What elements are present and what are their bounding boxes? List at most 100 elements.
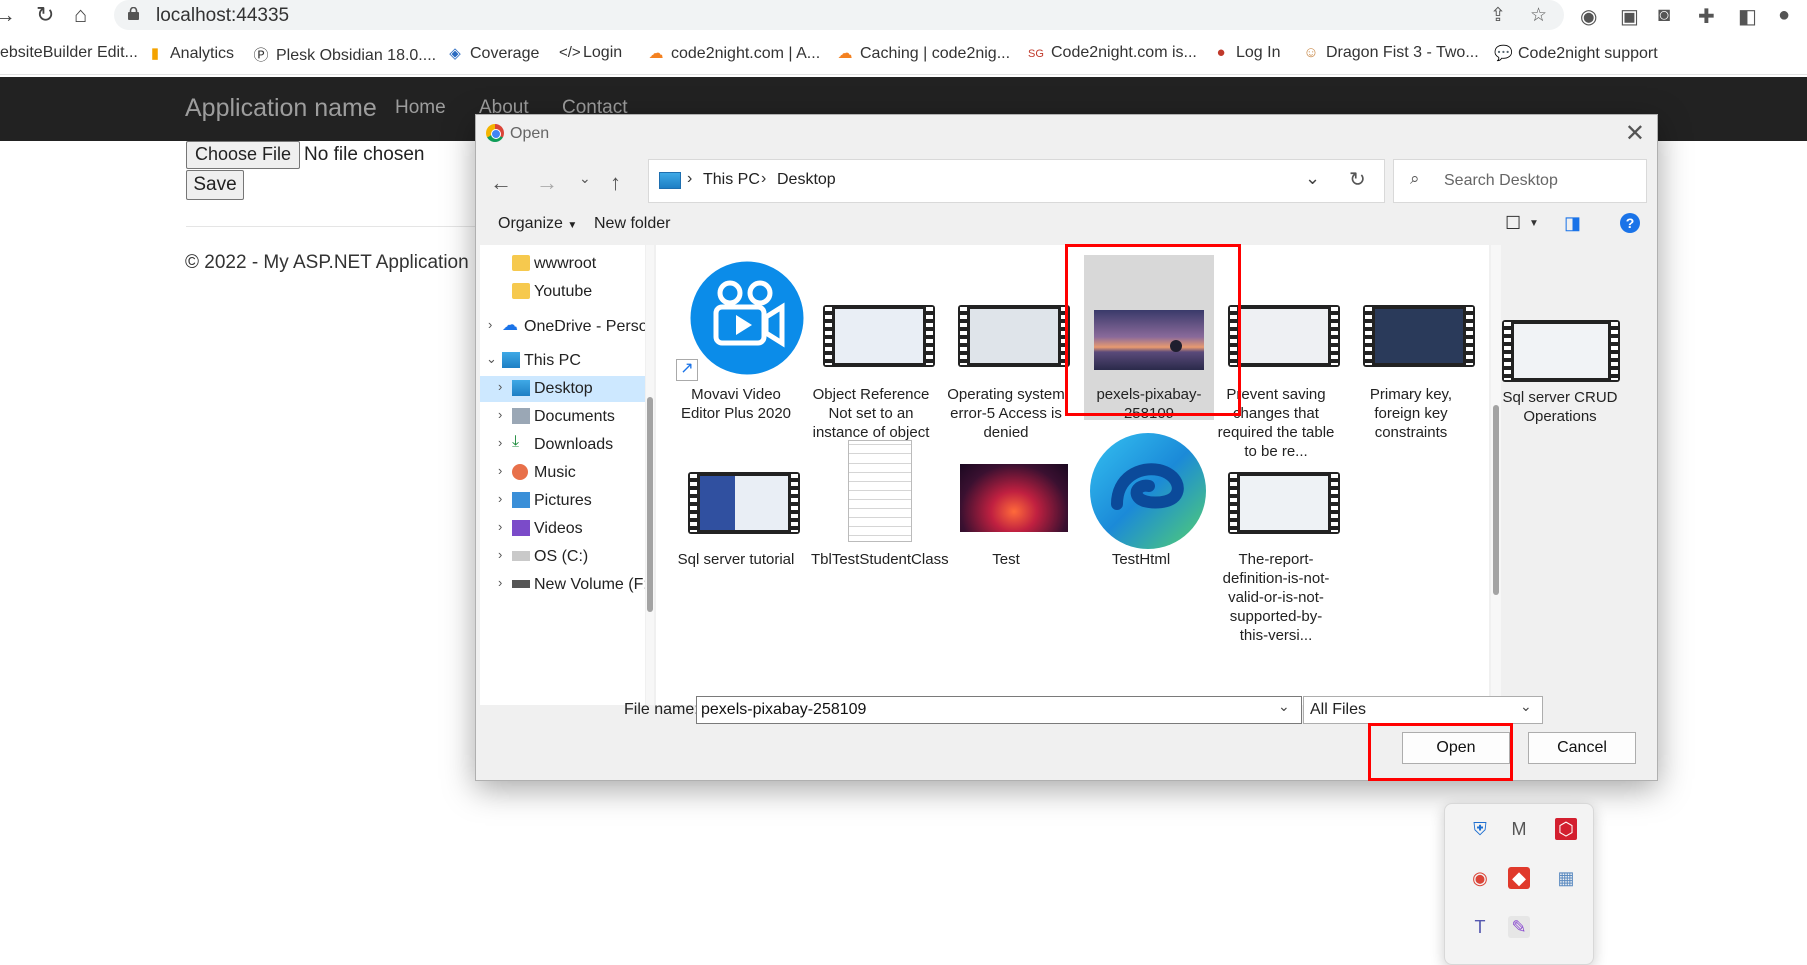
nav-item-documents[interactable]: › Documents [480, 404, 645, 430]
bookmark-item[interactable]: ☁ code2night.com | A... [647, 44, 821, 63]
security-shield-icon[interactable]: ⛨ [1469, 818, 1491, 840]
file-item[interactable]: The-report-definition-is-not-valid-or-is… [1216, 460, 1340, 660]
video-file-icon [688, 472, 800, 534]
puzzle-icon[interactable]: ✚ [1698, 4, 1715, 29]
network-device-icon[interactable]: ▦ [1555, 867, 1577, 889]
home-icon[interactable]: ⌂ [74, 3, 87, 27]
nav-item-videos[interactable]: › Videos [480, 516, 645, 542]
chevron-down-icon: ⌄ [486, 351, 497, 366]
nav-item-new-volume-f[interactable]: › New Volume (F:) [480, 572, 645, 598]
bookmark-item[interactable]: ◈ Coverage [446, 44, 539, 63]
bookmark-label: Plesk Obsidian 18.0.... [276, 47, 437, 64]
video-file-icon [958, 305, 1070, 367]
nav-item-label: Desktop [534, 380, 593, 397]
preview-pane-icon[interactable]: ◨ [1564, 213, 1581, 234]
file-item[interactable]: Object Reference Not set to an instance … [811, 255, 935, 455]
file-item[interactable]: Operating system error-5 Access is denie… [946, 255, 1070, 441]
divider [186, 226, 476, 227]
nav-item-this-pc[interactable]: ⌄ This PC [480, 348, 645, 374]
recent-dropdown-icon[interactable]: ⌄ [579, 170, 591, 187]
cancel-button[interactable]: Cancel [1528, 732, 1636, 764]
nav-item-wwwroot[interactable]: wwwroot [480, 251, 645, 277]
forward-arrow-icon[interactable]: → [536, 170, 558, 196]
camera-icon[interactable]: ◙ [1658, 4, 1670, 27]
new-folder-button[interactable]: New folder [594, 215, 670, 233]
file-item[interactable]: Test [946, 460, 1068, 580]
nav-item-youtube[interactable]: Youtube [480, 279, 645, 305]
star-icon[interactable]: ☆ [1530, 4, 1547, 27]
chevron-down-icon[interactable]: ⌄ [1520, 698, 1532, 715]
reload-icon[interactable]: ↻ [36, 3, 54, 27]
bookmark-item[interactable]: ☁ Caching | code2nig... [836, 44, 1011, 63]
app-brand[interactable]: Application name [185, 94, 377, 123]
breadcrumb-this-pc[interactable]: This PC [703, 171, 760, 189]
profile-icon[interactable]: ● [1778, 4, 1790, 27]
file-item[interactable]: TestHtml [1081, 433, 1206, 580]
view-options-icon[interactable]: ☐ [1505, 213, 1521, 234]
extension-ring-icon[interactable]: ◉ [1580, 4, 1597, 29]
navigation-scrollbar[interactable] [646, 245, 654, 705]
close-icon[interactable]: ✕ [1625, 119, 1645, 148]
organize-menu[interactable]: Organize ▼ [498, 215, 577, 233]
file-type-select[interactable]: All Files [1303, 696, 1543, 724]
save-button[interactable]: Save [186, 170, 244, 200]
scrollbar-thumb[interactable] [647, 397, 653, 612]
file-grid-scrollbar[interactable] [1491, 245, 1501, 705]
scrollbar-thumb[interactable] [1493, 405, 1499, 595]
refresh-icon[interactable]: ↻ [1349, 167, 1366, 192]
page-footer: © 2022 - My ASP.NET Application [185, 252, 469, 273]
bookmark-item[interactable]: </> Login [559, 44, 622, 62]
nav-item-downloads[interactable]: › ⤓ Downloads [480, 432, 645, 458]
file-name-input[interactable]: pexels-pixabay-258109 [696, 696, 1302, 724]
screen-capture-icon[interactable]: ▣ [1620, 4, 1639, 29]
mcafee-icon[interactable]: M [1508, 818, 1530, 840]
chat-icon: 💬 [1494, 45, 1513, 62]
code-icon: </> [559, 44, 581, 61]
file-item[interactable]: Sql server CRUD Operations [1502, 254, 1622, 434]
bookmark-label: Caching | code2nig... [860, 45, 1011, 62]
pen-icon[interactable]: ✎ [1508, 916, 1530, 938]
share-icon[interactable]: ⇪ [1490, 4, 1506, 27]
help-icon[interactable]: ? [1620, 213, 1640, 233]
nav-home[interactable]: Home [395, 97, 446, 119]
bookmark-item[interactable]: ▮ Analytics [146, 44, 234, 63]
choose-file-button[interactable]: Choose File [186, 141, 301, 169]
bookmark-item[interactable]: ● Log In [1212, 44, 1280, 62]
bookmark-item[interactable]: ebsiteBuilder Edit... [0, 44, 138, 62]
bookmark-item[interactable]: SG Code2night.com is... [1027, 44, 1197, 62]
folder-icon [512, 255, 530, 271]
forward-icon[interactable]: → [0, 3, 16, 27]
teams-icon[interactable]: T [1469, 916, 1491, 938]
dialog-title: Open [510, 125, 550, 142]
chevron-down-icon[interactable]: ⌄ [1305, 168, 1320, 189]
address-bar[interactable]: localhost:44335 ⇪ ☆ [114, 0, 1564, 30]
nav-item-desktop[interactable]: › Desktop [480, 376, 645, 402]
caret-down-icon[interactable]: ▼ [1529, 218, 1539, 229]
anydesk-icon[interactable]: ◆ [1508, 867, 1530, 889]
video-thumbnail [1240, 476, 1328, 530]
nav-item-os-c[interactable]: › OS (C:) [480, 544, 645, 570]
chevron-down-icon[interactable]: ⌄ [1278, 698, 1290, 715]
nav-item-onedrive[interactable]: › ☁ OneDrive - Person [480, 314, 645, 340]
bookmarks-bar: ebsiteBuilder Edit... ▮ Analytics Ⓟ Plesk … [0, 34, 1807, 75]
back-arrow-icon[interactable]: ← [490, 170, 512, 196]
breadcrumb-desktop[interactable]: Desktop [777, 171, 836, 189]
amd-icon[interactable]: ⬡ [1555, 818, 1577, 840]
chrome-tray-icon[interactable]: ◉ [1469, 867, 1491, 889]
file-item[interactable]: Primary key, foreign key constraints [1351, 255, 1475, 441]
file-item[interactable]: TblTestStudentClass [811, 440, 949, 600]
nav-item-label: Videos [534, 520, 583, 537]
breadcrumb[interactable]: › This PC › Desktop ⌄ ↻ [648, 159, 1385, 203]
sidepanel-icon[interactable]: ◧ [1738, 4, 1757, 29]
file-item[interactable]: ↗ Movavi Video Editor Plus 2020 [676, 255, 807, 435]
video-file-icon [1228, 472, 1340, 534]
file-label: Test [992, 551, 1020, 568]
bookmark-item[interactable]: ☺ Dragon Fist 3 - Two... [1302, 44, 1478, 62]
search-input[interactable]: ⌕ Search Desktop [1393, 159, 1647, 203]
file-item[interactable]: Sql server tutorial [676, 460, 800, 580]
bookmark-item[interactable]: Ⓟ Plesk Obsidian 18.0.... [252, 44, 436, 65]
nav-item-music[interactable]: › Music [480, 460, 645, 486]
up-arrow-icon[interactable]: ↑ [610, 170, 621, 196]
bookmark-item[interactable]: 💬 Code2night support [1494, 44, 1658, 63]
nav-item-pictures[interactable]: › Pictures [480, 488, 645, 514]
